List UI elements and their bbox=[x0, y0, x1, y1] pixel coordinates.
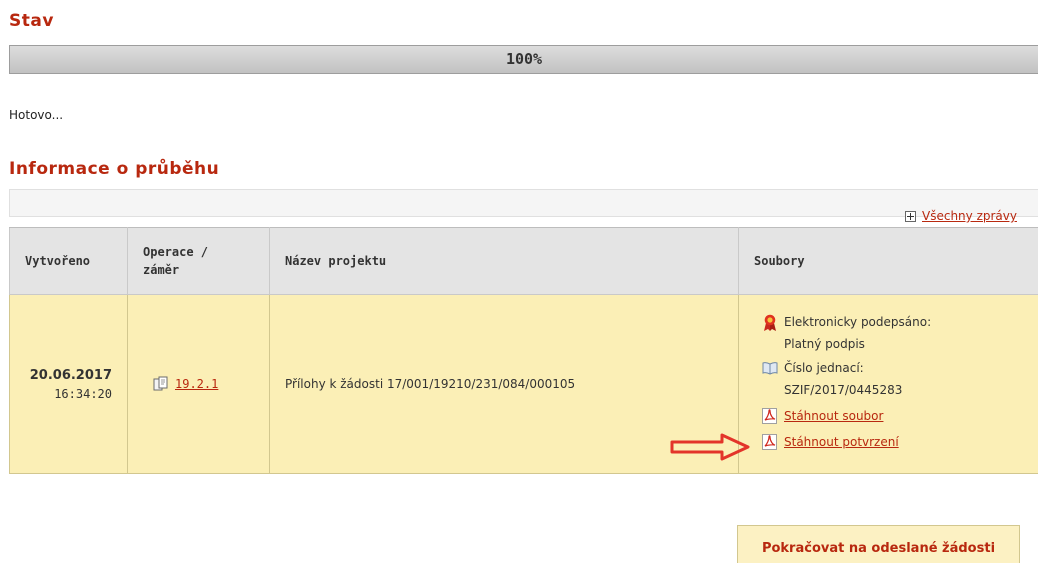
status-text: Hotovo... bbox=[9, 108, 63, 122]
signed-label: Elektronicky podepsáno: bbox=[784, 311, 931, 333]
progress-bar: 100% bbox=[9, 45, 1038, 74]
cell-files: Elektronicky podepsáno: Platný podpis bbox=[739, 295, 1038, 474]
continue-to-submitted-button[interactable]: Pokračovat na odeslané žádosti bbox=[737, 525, 1020, 563]
signed-value: Platný podpis bbox=[784, 333, 931, 355]
cell-operation: 19.2.1 bbox=[128, 295, 270, 474]
plus-box-icon[interactable] bbox=[905, 211, 916, 222]
pdf-icon bbox=[762, 408, 777, 424]
progress-label: 100% bbox=[10, 46, 1038, 73]
all-messages-toggle[interactable]: Všechny zprávy bbox=[905, 209, 1017, 223]
cell-created: 20.06.2017 16:34:20 bbox=[10, 295, 128, 474]
operation-link[interactable]: 19.2.1 bbox=[175, 377, 218, 391]
table-row: 20.06.2017 16:34:20 19.2.1 Přílohy k žád… bbox=[10, 295, 1038, 474]
created-date: 20.06.2017 bbox=[25, 368, 112, 383]
info-section-title: Informace o průběhu bbox=[9, 159, 219, 179]
col-header-operation: Operace /záměr bbox=[128, 228, 270, 295]
award-ribbon-icon bbox=[762, 314, 778, 332]
created-time: 16:34:20 bbox=[25, 387, 112, 401]
red-arrow-icon bbox=[670, 433, 750, 461]
progress-table: Vytvořeno Operace /záměr Název projektu … bbox=[9, 227, 1038, 474]
col-header-files: Soubory bbox=[739, 228, 1038, 295]
reference-label: Číslo jednací: bbox=[784, 357, 902, 379]
col-header-project: Název projektu bbox=[270, 228, 739, 295]
download-confirmation-link[interactable]: Stáhnout potvrzení bbox=[784, 431, 899, 453]
download-file-link[interactable]: Stáhnout soubor bbox=[784, 405, 883, 427]
project-name: Přílohy k žádosti 17/001/19210/231/084/0… bbox=[285, 377, 723, 391]
table-header-row: Vytvořeno Operace /záměr Název projektu … bbox=[10, 228, 1038, 295]
cell-project: Přílohy k žádosti 17/001/19210/231/084/0… bbox=[270, 295, 739, 474]
col-header-created: Vytvořeno bbox=[10, 228, 128, 295]
messages-bar bbox=[9, 189, 1038, 217]
all-messages-link[interactable]: Všechny zprávy bbox=[922, 209, 1017, 223]
open-book-icon bbox=[762, 361, 778, 375]
status-section-title: Stav bbox=[9, 11, 54, 31]
documents-icon bbox=[153, 376, 169, 392]
reference-value: SZIF/2017/0445283 bbox=[784, 379, 902, 401]
pdf-icon bbox=[762, 434, 777, 450]
